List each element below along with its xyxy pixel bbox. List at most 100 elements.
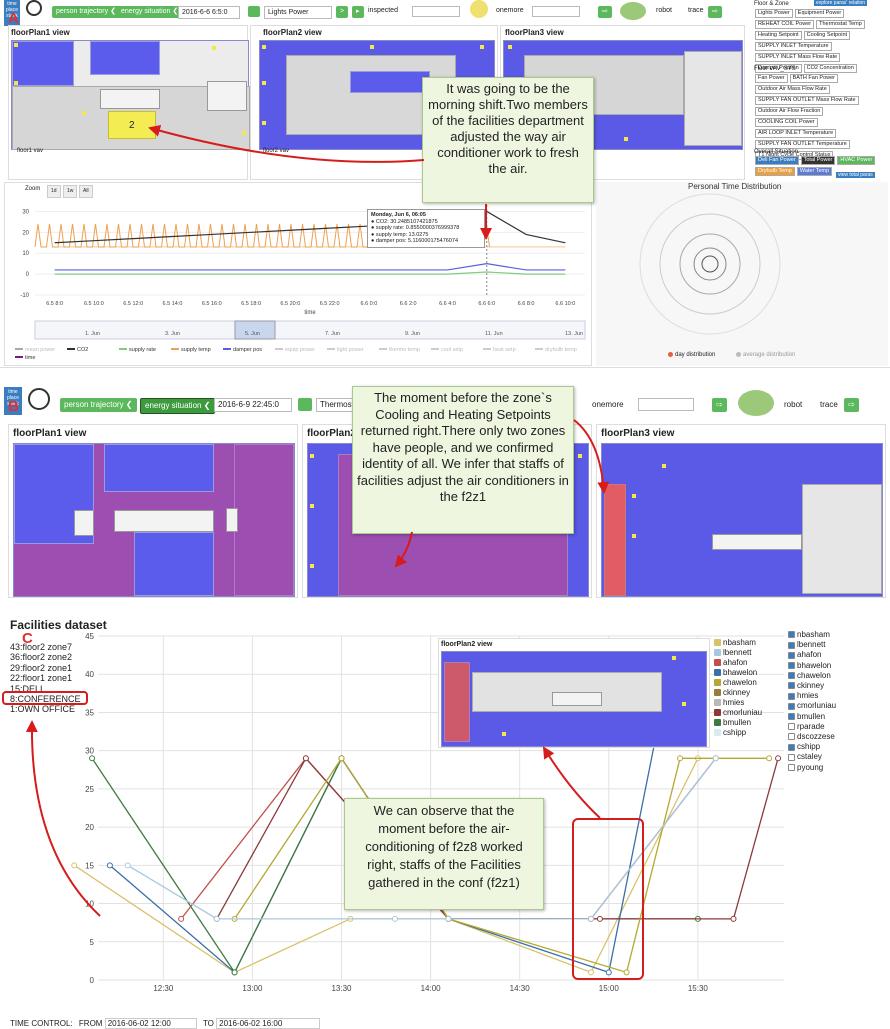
- person-checkbox-item[interactable]: ahafon: [788, 650, 836, 660]
- person-checkbox-item[interactable]: nbasham: [788, 630, 836, 640]
- inset-map[interactable]: [441, 651, 707, 747]
- metric-icon-button-b[interactable]: [298, 398, 312, 411]
- floorplan1-map-b[interactable]: [13, 443, 295, 597]
- legend-label: supply temp: [181, 347, 211, 353]
- person-checkbox-item[interactable]: cmorluniau: [788, 701, 836, 711]
- person-checkbox-item[interactable]: cstaley: [788, 752, 836, 762]
- date-input[interactable]: 2016-6-6 6:5:0: [178, 6, 240, 19]
- series-damper-pos: [54, 263, 566, 271]
- checkbox[interactable]: [788, 651, 795, 659]
- series-legend-item: hmies: [714, 698, 762, 708]
- nav-tick-label: 9. Jun: [405, 331, 420, 337]
- onemore-input-b[interactable]: [638, 398, 694, 411]
- param-tag[interactable]: AIR LOOP INLET Temperature: [755, 129, 837, 138]
- param-tag[interactable]: REHEAT COIL Power: [755, 20, 815, 29]
- checkbox[interactable]: [788, 631, 795, 639]
- person-name: bhawelon: [797, 660, 832, 670]
- checkbox[interactable]: [788, 662, 795, 669]
- param-tag[interactable]: SUPPLY INLET Temperature: [755, 42, 832, 51]
- inspected-input[interactable]: [412, 6, 460, 17]
- radial-distribution-chart: [639, 193, 781, 335]
- checkbox[interactable]: [788, 672, 795, 680]
- person-checkbox-item[interactable]: dscozzese: [788, 732, 836, 742]
- person-checkbox-item[interactable]: lbennett: [788, 640, 836, 650]
- checkbox[interactable]: [788, 723, 795, 731]
- param-tag[interactable]: Heating Setpoint: [755, 31, 802, 40]
- checkbox[interactable]: [788, 733, 795, 741]
- trajectory-point: [213, 915, 220, 922]
- floor-vav-heading: Floor VAV_SYS: [754, 66, 796, 72]
- floor-zone-tags: Lights Power Equipment Power REHEAT COIL P…: [754, 8, 886, 74]
- view-total-button[interactable]: view total paras: [836, 172, 875, 178]
- checkbox[interactable]: [788, 641, 795, 649]
- param-tag[interactable]: SUPPLY FAN OUTLET Mass Flow Rate: [755, 96, 859, 105]
- floorplan2-inset: floorPlan2 view: [438, 638, 710, 748]
- person-checkbox-item[interactable]: hmies: [788, 691, 836, 701]
- metric-icon-button[interactable]: [248, 6, 260, 17]
- person-checkbox-item[interactable]: bmullen: [788, 712, 836, 722]
- person-checkbox-item[interactable]: pyoung: [788, 763, 836, 773]
- checkbox[interactable]: [788, 682, 795, 690]
- to-input[interactable]: 2016-06-02 16:00: [216, 1018, 321, 1029]
- onemore-go-button-b[interactable]: ⇨: [712, 398, 727, 412]
- person-checkbox-item[interactable]: rparade: [788, 722, 836, 732]
- param-tag[interactable]: Deli Fan Power: [755, 156, 799, 165]
- param-tag[interactable]: Fan Power: [755, 74, 788, 83]
- checkbox[interactable]: [788, 692, 795, 700]
- checkbox[interactable]: [788, 753, 795, 761]
- clock-icon: [26, 0, 42, 16]
- trace-button-b[interactable]: ⇨: [844, 398, 859, 412]
- person-checkbox-item[interactable]: ckinney: [788, 681, 836, 691]
- x-tick-label: 6.6 2:0: [400, 301, 417, 307]
- person-trajectory-button-b[interactable]: person trajectory ❮: [60, 398, 137, 412]
- play-button[interactable]: ▸: [352, 6, 364, 18]
- param-tag[interactable]: Lights Power: [755, 9, 793, 18]
- param-tag[interactable]: Thermostat Temp: [816, 20, 865, 29]
- next-button[interactable]: >: [336, 6, 349, 18]
- date-input-b[interactable]: 2016-6-9 22:45:0: [214, 398, 292, 412]
- param-tag[interactable]: Total Power: [800, 156, 836, 165]
- x-tick-label: 6.5 10:0: [84, 301, 104, 307]
- checkbox[interactable]: [788, 713, 795, 721]
- param-tag[interactable]: HVAC Power: [837, 156, 876, 165]
- x-tick-label: 12:30: [153, 984, 174, 993]
- onemore-input[interactable]: [532, 6, 580, 17]
- energy-situation-button[interactable]: energy situation ❮: [117, 6, 183, 18]
- param-tag[interactable]: BATH Fan Power: [789, 74, 838, 83]
- checkbox[interactable]: [788, 764, 795, 772]
- floorplan1-map[interactable]: 2: [11, 40, 250, 150]
- metric-select[interactable]: Lights Power: [264, 6, 332, 19]
- param-tag[interactable]: Water Temp: [796, 167, 833, 176]
- checkbox[interactable]: [788, 702, 795, 710]
- person-name: pyoung: [797, 762, 824, 772]
- onemore-go-button[interactable]: ⇨: [598, 6, 612, 18]
- person-checkbox-item[interactable]: chawelon: [788, 671, 836, 681]
- param-tag[interactable]: Outdoor Air Flow Fraction: [755, 107, 824, 116]
- person-checkbox-item[interactable]: cshipp: [788, 742, 836, 752]
- checkbox[interactable]: [788, 743, 795, 751]
- from-input[interactable]: 2016-06-02 12:00: [104, 1018, 197, 1029]
- person-checkbox-item[interactable]: bhawelon: [788, 661, 836, 671]
- trace-button[interactable]: ⇨: [708, 6, 722, 18]
- param-tag[interactable]: Drybulb Temp: [755, 167, 795, 176]
- person-name: bmullen: [797, 711, 826, 721]
- param-tag[interactable]: Cooling Setpoint: [803, 31, 851, 40]
- average-distribution-legend: average distribution: [736, 352, 795, 358]
- energy-situation-button-b[interactable]: energy situation ❮: [140, 398, 216, 414]
- param-tag[interactable]: SUPPLY FAN OUTLET Temperature: [755, 140, 850, 149]
- robot-label-b: robot: [784, 400, 803, 409]
- explore-button[interactable]: explore paras' relation: [814, 0, 868, 6]
- param-tag[interactable]: CO2 Concentration: [803, 64, 857, 73]
- highlighted-zone[interactable]: 2: [108, 111, 156, 139]
- floorplan3-map-b[interactable]: [601, 443, 883, 597]
- x-tick-label: 15:00: [599, 984, 620, 993]
- panel-letter-b: B: [8, 398, 19, 415]
- person-trajectory-button[interactable]: person trajectory ❮: [52, 6, 120, 18]
- param-tag[interactable]: Outdoor Air Mass Flow Rate: [755, 85, 830, 94]
- x-tick-label: 6.6 6:0: [478, 301, 495, 307]
- param-tag[interactable]: COOLING COIL Power: [755, 118, 818, 127]
- time-series-svg[interactable]: 30 20 10 0 -10 6.5 8:0 6.5 10:0 6.5 12:0 6.5 14:…: [5, 183, 591, 365]
- param-tag[interactable]: Equipment Power: [794, 9, 845, 18]
- nav-tick-label: 11. Jun: [485, 331, 503, 337]
- param-tag[interactable]: SUPPLY INLET Mass Flow Rate: [755, 53, 841, 62]
